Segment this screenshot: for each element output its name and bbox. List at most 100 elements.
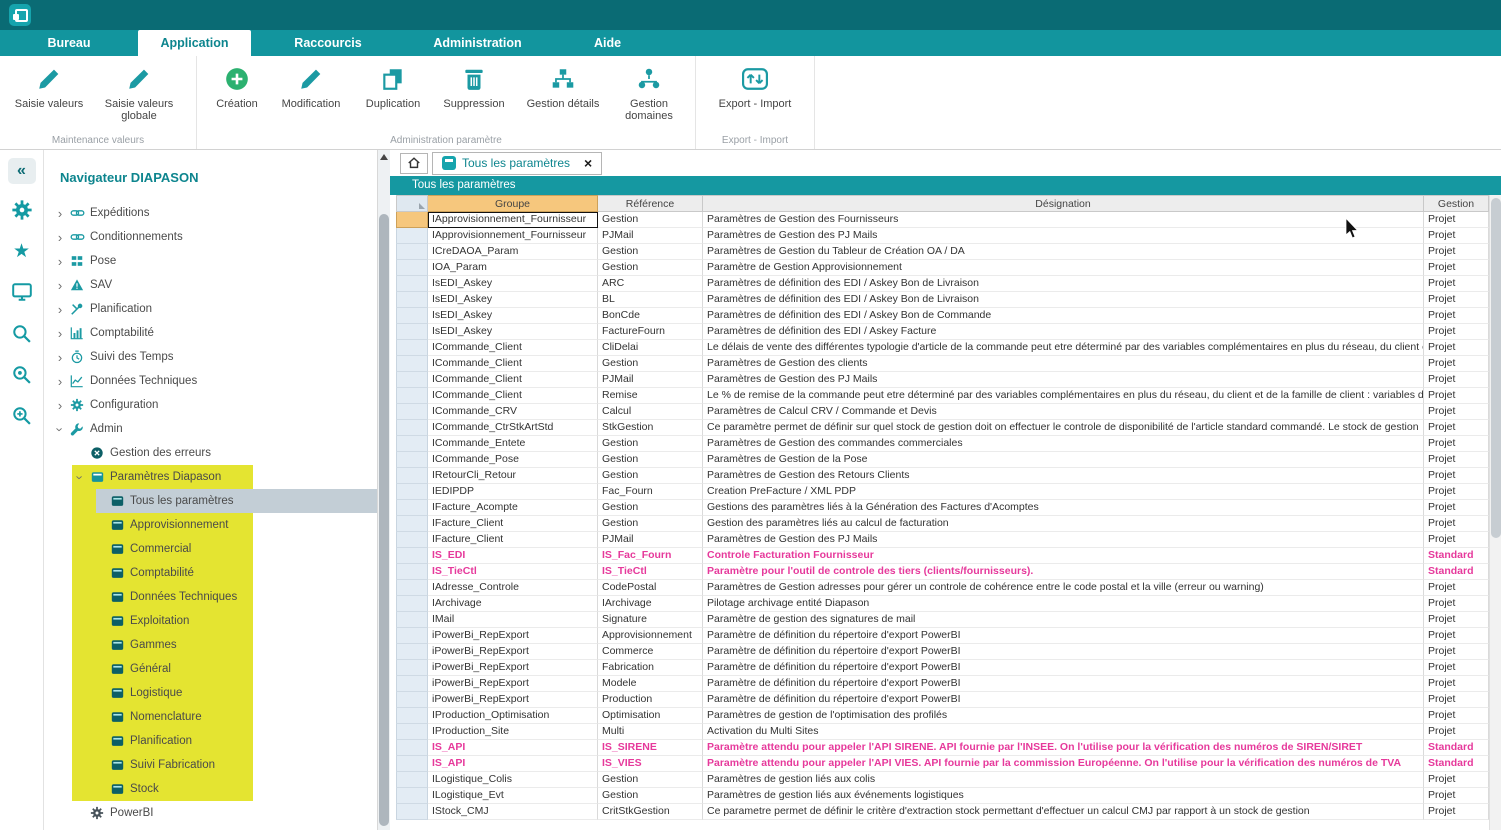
chevron-collapsed-icon[interactable]: › bbox=[52, 254, 68, 269]
cell-groupe[interactable]: ILogistique_Evt bbox=[428, 788, 598, 804]
cell-groupe[interactable]: ICommande_Pose bbox=[428, 452, 598, 468]
cell-groupe[interactable]: IS_EDI bbox=[428, 548, 598, 564]
cell-groupe[interactable]: ICommande_Client bbox=[428, 388, 598, 404]
tree-item-expeditions[interactable]: ›Expéditions bbox=[44, 201, 377, 225]
row-selector-cell[interactable] bbox=[396, 500, 428, 516]
cell-gestion[interactable]: Projet bbox=[1424, 404, 1489, 420]
tree-item-comptabilite[interactable]: Comptabilité bbox=[44, 561, 377, 585]
cell-groupe[interactable]: ICommande_Client bbox=[428, 372, 598, 388]
cell-gestion[interactable]: Projet bbox=[1424, 660, 1489, 676]
tree-item-admin[interactable]: ›Admin bbox=[44, 417, 377, 441]
cell-reference[interactable]: FactureFourn bbox=[598, 324, 703, 340]
cell-designation[interactable]: Paramètres de Gestion du Tableur de Créa… bbox=[703, 244, 1424, 260]
cell-designation[interactable]: Paramètre de définition du répertoire d'… bbox=[703, 660, 1424, 676]
tree-item-configuration[interactable]: ›Configuration bbox=[44, 393, 377, 417]
cell-gestion[interactable]: Projet bbox=[1424, 692, 1489, 708]
cell-gestion[interactable]: Projet bbox=[1424, 420, 1489, 436]
cell-designation[interactable]: Gestions des paramètres liés à la Généra… bbox=[703, 500, 1424, 516]
table-row[interactable]: IEDIPDPFac_FournCreation PreFacture / XM… bbox=[396, 484, 1501, 500]
cell-reference[interactable]: CliDelai bbox=[598, 340, 703, 356]
cell-groupe[interactable]: iPowerBi_RepExport bbox=[428, 628, 598, 644]
tab-tous-les-parametres[interactable]: Tous les paramètres × bbox=[432, 152, 602, 175]
cell-gestion[interactable]: Projet bbox=[1424, 772, 1489, 788]
cell-gestion[interactable]: Projet bbox=[1424, 532, 1489, 548]
cell-gestion[interactable]: Projet bbox=[1424, 452, 1489, 468]
zoom-plus-icon[interactable] bbox=[7, 400, 37, 430]
cell-groupe[interactable]: ICommande_CRV bbox=[428, 404, 598, 420]
screens-monitor-icon[interactable] bbox=[7, 277, 37, 307]
column-header-groupe[interactable]: Groupe bbox=[428, 195, 598, 212]
row-selector-cell[interactable] bbox=[396, 324, 428, 340]
row-selector-cell[interactable] bbox=[396, 644, 428, 660]
cell-gestion[interactable]: Projet bbox=[1424, 468, 1489, 484]
row-selector-cell[interactable] bbox=[396, 628, 428, 644]
cell-groupe[interactable]: IsEDI_Askey bbox=[428, 292, 598, 308]
cell-designation[interactable]: Paramètres de gestion liés aux colis bbox=[703, 772, 1424, 788]
row-selector-cell[interactable] bbox=[396, 308, 428, 324]
chevron-collapsed-icon[interactable]: › bbox=[52, 398, 68, 413]
scroll-up-arrow-icon[interactable] bbox=[378, 150, 390, 164]
cell-reference[interactable]: PJMail bbox=[598, 532, 703, 548]
row-selector-cell[interactable] bbox=[396, 740, 428, 756]
cell-gestion[interactable]: Projet bbox=[1424, 644, 1489, 660]
row-selector-cell[interactable] bbox=[396, 772, 428, 788]
menu-tab-raccourcis[interactable]: Raccourcis bbox=[251, 30, 405, 56]
table-row[interactable]: IApprovisionnement_FournisseurGestionPar… bbox=[396, 212, 1501, 228]
table-row[interactable]: ICommande_ClientCliDelaiLe délais de ven… bbox=[396, 340, 1501, 356]
cell-designation[interactable]: Paramètre attendu pour appeler l'API SIR… bbox=[703, 740, 1424, 756]
cell-designation[interactable]: Paramètres de Gestion des PJ Mails bbox=[703, 372, 1424, 388]
gestion-domaines-button[interactable]: Gestion domaines bbox=[614, 63, 684, 122]
table-row[interactable]: IsEDI_AskeyBLParamètres de définition de… bbox=[396, 292, 1501, 308]
cell-gestion[interactable]: Projet bbox=[1424, 372, 1489, 388]
cell-designation[interactable]: Paramètres de définition des EDI / Askey… bbox=[703, 292, 1424, 308]
cell-groupe[interactable]: IFacture_Client bbox=[428, 532, 598, 548]
table-row[interactable]: IApprovisionnement_FournisseurPJMailPara… bbox=[396, 228, 1501, 244]
tree-item-suivi-fabrication[interactable]: Suivi Fabrication bbox=[44, 753, 377, 777]
cell-reference[interactable]: Gestion bbox=[598, 260, 703, 276]
cell-groupe[interactable]: IApprovisionnement_Fournisseur bbox=[428, 212, 598, 228]
cell-gestion[interactable]: Projet bbox=[1424, 228, 1489, 244]
cell-designation[interactable]: Paramètres de gestion liés aux événement… bbox=[703, 788, 1424, 804]
cell-designation[interactable]: Paramètre de Gestion Approvisionnement bbox=[703, 260, 1424, 276]
table-row[interactable]: ICreDAOA_ParamGestionParamètres de Gesti… bbox=[396, 244, 1501, 260]
row-selector-cell[interactable] bbox=[396, 676, 428, 692]
row-selector-cell[interactable] bbox=[396, 708, 428, 724]
tree-item-sav[interactable]: ›SAV bbox=[44, 273, 377, 297]
table-row[interactable]: IFacture_ClientGestionGestion des paramè… bbox=[396, 516, 1501, 532]
cell-reference[interactable]: Fac_Fourn bbox=[598, 484, 703, 500]
tree-item-planification[interactable]: Planification bbox=[44, 729, 377, 753]
table-row[interactable]: IArchivageIArchivagePilotage archivage e… bbox=[396, 596, 1501, 612]
cell-designation[interactable]: Paramètres de Gestion des commandes comm… bbox=[703, 436, 1424, 452]
table-row[interactable]: ICommande_ClientPJMailParamètres de Gest… bbox=[396, 372, 1501, 388]
tree-item-stock[interactable]: Stock bbox=[44, 777, 377, 801]
table-row[interactable]: iPowerBi_RepExportCommerceParamètre de d… bbox=[396, 644, 1501, 660]
cell-gestion[interactable]: Projet bbox=[1424, 244, 1489, 260]
cell-gestion[interactable]: Projet bbox=[1424, 276, 1489, 292]
tree-item-approvisionnement[interactable]: Approvisionnement bbox=[44, 513, 377, 537]
cell-reference[interactable]: Commerce bbox=[598, 644, 703, 660]
cell-gestion[interactable]: Projet bbox=[1424, 724, 1489, 740]
tree-item-powerbi[interactable]: PowerBI bbox=[44, 801, 377, 825]
column-header-gestion[interactable]: Gestion bbox=[1424, 195, 1489, 212]
cell-reference[interactable]: Multi bbox=[598, 724, 703, 740]
cell-gestion[interactable]: Projet bbox=[1424, 340, 1489, 356]
cell-reference[interactable]: Gestion bbox=[598, 436, 703, 452]
tree-item-suivi-des-temps[interactable]: ›Suivi des Temps bbox=[44, 345, 377, 369]
cell-groupe[interactable]: IProduction_Site bbox=[428, 724, 598, 740]
cell-gestion[interactable]: Standard bbox=[1424, 548, 1489, 564]
cell-designation[interactable]: Paramètres de Gestion des Retours Client… bbox=[703, 468, 1424, 484]
cell-designation[interactable]: Le % de remise de la commande peut etre … bbox=[703, 388, 1424, 404]
chevron-expanded-icon[interactable]: › bbox=[53, 421, 68, 437]
cell-designation[interactable]: Gestion des paramètres liés au calcul de… bbox=[703, 516, 1424, 532]
table-row[interactable]: ICommande_PoseGestionParamètres de Gesti… bbox=[396, 452, 1501, 468]
table-row[interactable]: IOA_ParamGestionParamètre de Gestion App… bbox=[396, 260, 1501, 276]
row-selector-cell[interactable] bbox=[396, 372, 428, 388]
cell-gestion[interactable]: Projet bbox=[1424, 484, 1489, 500]
menu-tab-administration[interactable]: Administration bbox=[405, 30, 550, 56]
cell-reference[interactable]: Optimisation bbox=[598, 708, 703, 724]
row-selector-cell[interactable] bbox=[396, 612, 428, 628]
row-selector-cell[interactable] bbox=[396, 692, 428, 708]
cell-reference[interactable]: IS_VIES bbox=[598, 756, 703, 772]
tree-item-conditionnements[interactable]: ›Conditionnements bbox=[44, 225, 377, 249]
row-selector-cell[interactable] bbox=[396, 596, 428, 612]
